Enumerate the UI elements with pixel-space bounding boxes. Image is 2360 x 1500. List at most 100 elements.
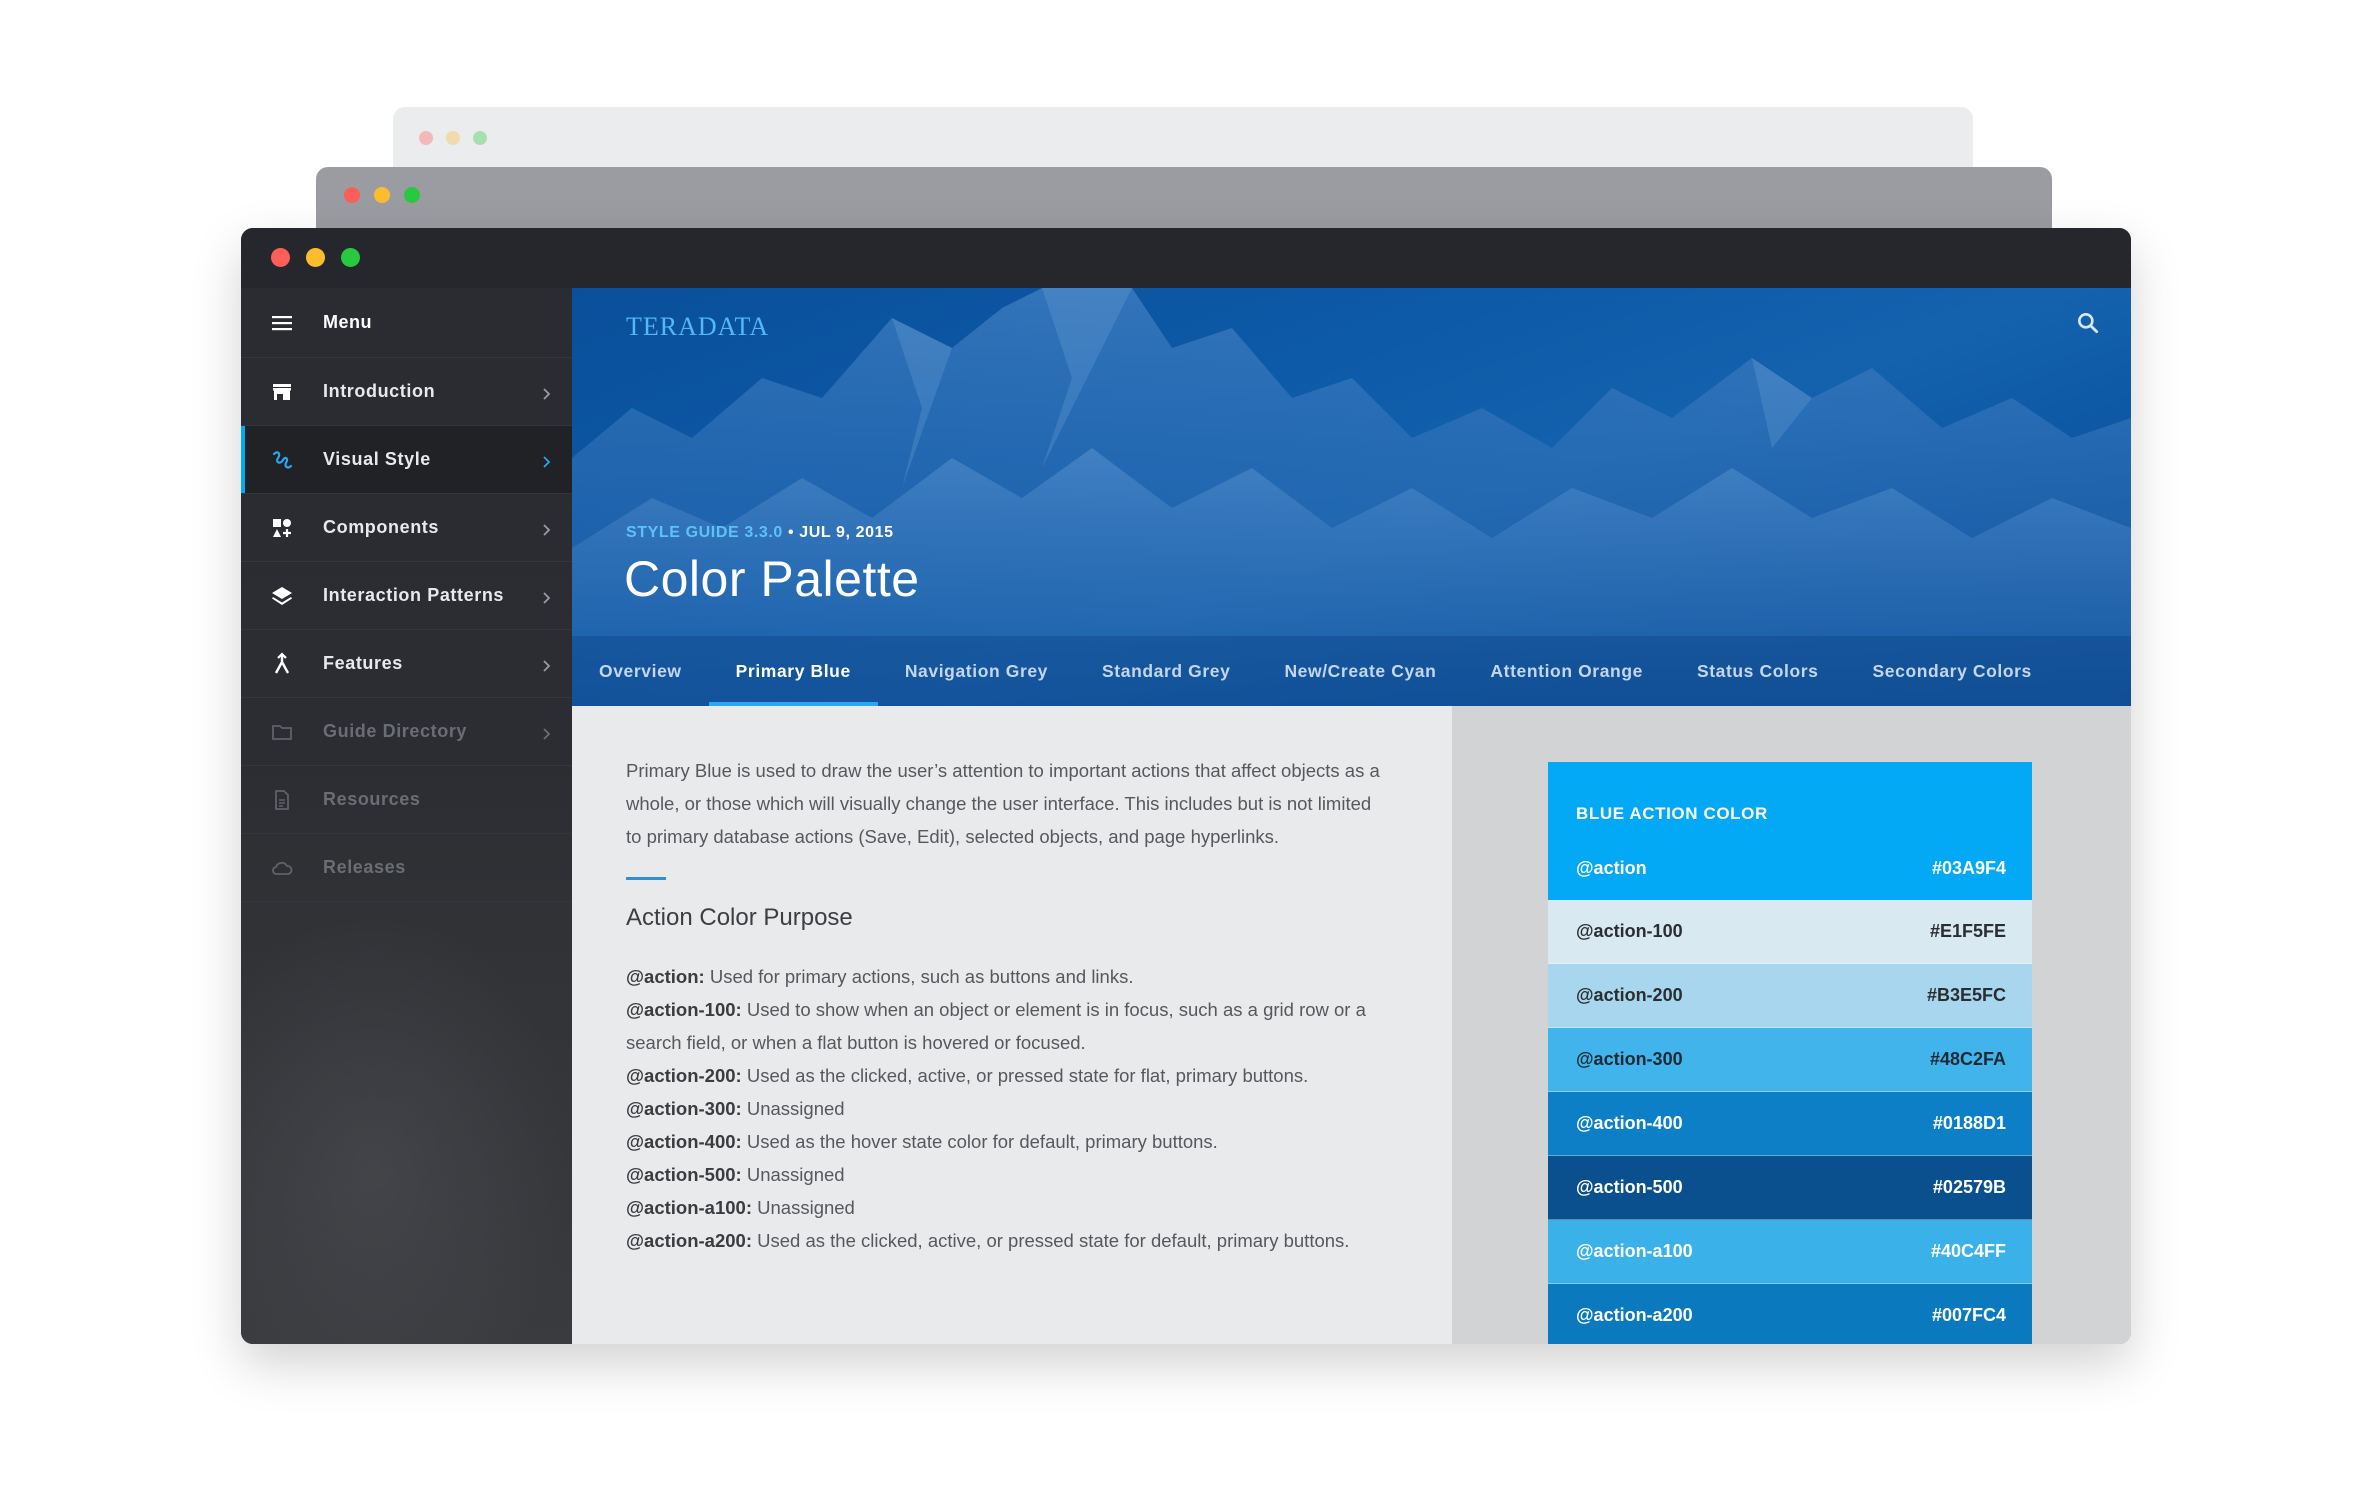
folder-icon xyxy=(269,719,295,745)
document-icon xyxy=(269,787,295,813)
window-controls xyxy=(344,187,420,203)
separator: • xyxy=(782,524,800,541)
nav-list: Introduction Visual Style Components Intera… xyxy=(241,358,572,902)
swatch-row[interactable]: @action-400 #0188D1 xyxy=(1548,1092,2032,1156)
layers-icon xyxy=(269,583,295,609)
swatch-row[interactable]: @action-300 #48C2FA xyxy=(1548,1028,2032,1092)
sidebar-item-introduction[interactable]: Introduction xyxy=(241,358,572,426)
sidebar-item-label: Visual Style xyxy=(323,449,431,469)
swatch-row[interactable]: @action-100 #E1F5FE xyxy=(1548,900,2032,964)
sidebar-item-label: Releases xyxy=(323,857,406,877)
definition-term: @action-300: xyxy=(626,1098,742,1119)
definition-term: @action-100: xyxy=(626,999,742,1020)
menu-toggle[interactable]: Menu xyxy=(241,288,572,358)
definition-text: Unassigned xyxy=(752,1197,855,1218)
sidebar-item-releases[interactable]: Releases xyxy=(241,834,572,902)
search-icon[interactable] xyxy=(2075,310,2101,336)
definition-list: @action: Used for primary actions, such … xyxy=(626,960,1416,1257)
sidebar-item-visual-style[interactable]: Visual Style xyxy=(241,426,572,494)
sidebar-item-resources[interactable]: Resources xyxy=(241,766,572,834)
main-window: Menu Introduction Visual Style Components I… xyxy=(241,228,2131,1344)
swatch-hex: #03A9F4 xyxy=(1931,857,2006,878)
swatch-hex: #40C4FF xyxy=(1930,1241,2006,1261)
teradata-logo[interactable]: TERADATA xyxy=(626,312,769,342)
description-panel: Primary Blue is used to draw the user’s … xyxy=(572,706,1452,1344)
swatch-hex: #E1F5FE xyxy=(1929,921,2006,941)
sidebar: Menu Introduction Visual Style Components I… xyxy=(241,288,572,1344)
definition-item: @action-a100: Unassigned xyxy=(626,1191,1416,1224)
cloud-icon xyxy=(269,855,295,881)
chevron-right-icon xyxy=(540,385,554,400)
sidebar-item-label: Resources xyxy=(323,789,421,809)
swatch-panel: BLUE ACTION COLOR @action #03A9F4 @actio… xyxy=(1452,706,2131,1344)
sidebar-item-interaction-patterns[interactable]: Interaction Patterns xyxy=(241,562,572,630)
maximize-button[interactable] xyxy=(341,248,360,267)
sidebar-item-features[interactable]: Features xyxy=(241,630,572,698)
swatch-name: @action-500 xyxy=(1576,1177,1683,1197)
section-title: Action Color Purpose xyxy=(626,904,853,931)
maximize-dot xyxy=(404,187,420,203)
content-area: TERADATA STYLE GUIDE 3.3.0 • JUL 9, 2015… xyxy=(572,288,2131,1344)
definition-text: Used for primary actions, such as button… xyxy=(704,966,1134,987)
tab-navigation-grey[interactable]: Navigation Grey xyxy=(878,636,1075,706)
swatch-name: @action xyxy=(1576,857,1647,878)
definition-text: Unassigned xyxy=(741,1164,845,1185)
sidebar-item-label: Features xyxy=(323,653,403,673)
swatch-name: @action-a100 xyxy=(1576,1241,1693,1261)
swatch-card: BLUE ACTION COLOR @action #03A9F4 @actio… xyxy=(1548,762,2032,1344)
definition-item: @action-300: Unassigned xyxy=(626,1092,1416,1125)
swatch-hex: #02579B xyxy=(1932,1177,2006,1197)
page-title: Color Palette xyxy=(624,551,920,607)
definition-text: Used as the hover state color for defaul… xyxy=(741,1131,1218,1152)
title-bar xyxy=(241,228,2131,288)
swatch-row[interactable]: @action-a200 #007FC4 xyxy=(1548,1284,2032,1344)
sidebar-item-components[interactable]: Components xyxy=(241,494,572,562)
close-dot xyxy=(419,131,433,145)
sidebar-item-guide-directory[interactable]: Guide Directory xyxy=(241,698,572,766)
window-controls xyxy=(271,248,360,267)
sidebar-item-label: Components xyxy=(323,517,439,537)
chevron-right-icon xyxy=(540,657,554,672)
definition-text: Unassigned xyxy=(741,1098,845,1119)
swatch-name: @action-400 xyxy=(1576,1113,1683,1133)
chevron-right-icon xyxy=(540,453,554,468)
tab-overview[interactable]: Overview xyxy=(572,636,709,706)
swatch-primary[interactable]: BLUE ACTION COLOR @action #03A9F4 xyxy=(1548,762,2032,900)
hero-header: TERADATA STYLE GUIDE 3.3.0 • JUL 9, 2015… xyxy=(572,288,2131,706)
close-button[interactable] xyxy=(271,248,290,267)
definition-term: @action-200: xyxy=(626,1065,742,1086)
tab-standard-grey[interactable]: Standard Grey xyxy=(1075,636,1257,706)
swatch-name: @action-100 xyxy=(1576,921,1683,941)
swatch-row[interactable]: @action-500 #02579B xyxy=(1548,1156,2032,1220)
menu-label: Menu xyxy=(323,312,372,332)
minimize-button[interactable] xyxy=(306,248,325,267)
window-controls xyxy=(419,131,487,145)
store-icon xyxy=(269,379,295,405)
minimize-dot xyxy=(446,131,460,145)
version-date: STYLE GUIDE 3.3.0 • JUL 9, 2015 xyxy=(626,524,894,542)
chevron-right-icon xyxy=(540,589,554,604)
tab-primary-blue[interactable]: Primary Blue xyxy=(708,636,878,706)
definition-item: @action-200: Used as the clicked, active… xyxy=(626,1059,1416,1092)
tab-status-colors[interactable]: Status Colors xyxy=(1670,636,1846,706)
intro-paragraph: Primary Blue is used to draw the user’s … xyxy=(626,760,1380,847)
definition-text: Used as the clicked, active, or pressed … xyxy=(741,1065,1309,1086)
swatch-hex: #48C2FA xyxy=(1929,1049,2006,1069)
brush-icon xyxy=(269,447,295,473)
definition-text: Used as the clicked, active, or pressed … xyxy=(752,1230,1350,1251)
close-dot xyxy=(344,187,360,203)
sidebar-item-label: Interaction Patterns xyxy=(323,585,505,605)
accent-divider xyxy=(626,877,666,880)
swatch-row[interactable]: @action-a100 #40C4FF xyxy=(1548,1220,2032,1284)
swatch-name: @action-a200 xyxy=(1576,1305,1693,1325)
definition-term: @action-500: xyxy=(626,1164,742,1185)
tab-new-create-cyan[interactable]: New/Create Cyan xyxy=(1257,636,1463,706)
swatch-hex: #B3E5FC xyxy=(1926,985,2006,1005)
definition-item: @action-100: Used to show when an object… xyxy=(626,993,1416,1059)
tab-secondary-colors[interactable]: Secondary Colors xyxy=(1846,636,2059,706)
swatch-hex: #0188D1 xyxy=(1932,1113,2006,1133)
definition-term: @action-400: xyxy=(626,1131,742,1152)
tab-attention-orange[interactable]: Attention Orange xyxy=(1463,636,1670,706)
swatch-row[interactable]: @action-200 #B3E5FC xyxy=(1548,964,2032,1028)
sidebar-item-label: Guide Directory xyxy=(323,721,468,741)
